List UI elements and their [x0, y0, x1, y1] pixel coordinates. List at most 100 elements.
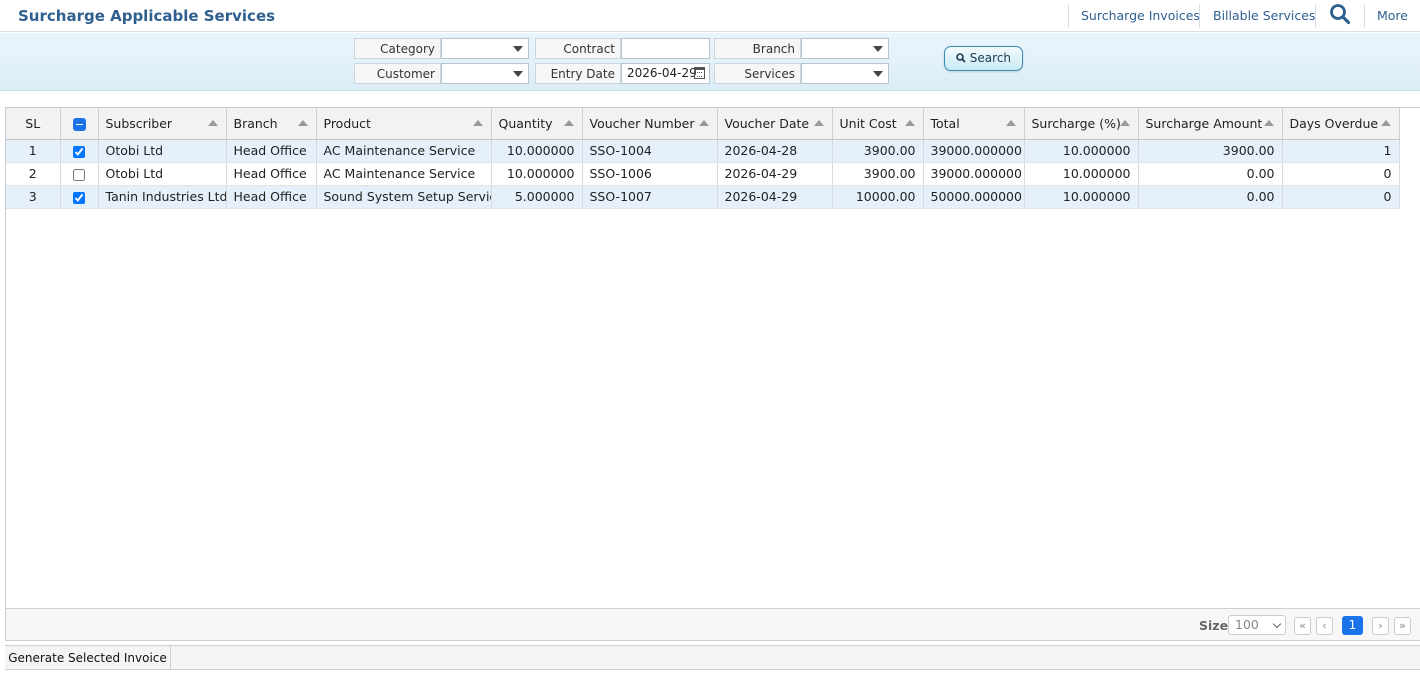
cell-surcharge-pct: 10.000000 — [1024, 139, 1139, 163]
calendar-icon[interactable] — [694, 67, 705, 79]
cell-product: AC Maintenance Service — [316, 139, 492, 163]
column-header-label: Total — [930, 115, 960, 131]
contract-code-label: Contract Code — [535, 38, 621, 76]
services-grid: SL Subscriber Branch Product Quantity Vo… — [5, 107, 1420, 641]
sort-asc-icon[interactable] — [904, 120, 915, 126]
billable-services-link[interactable]: Billable Services — [1213, 4, 1315, 28]
sort-asc-icon[interactable] — [207, 120, 218, 126]
divider — [1199, 4, 1200, 28]
sort-asc-icon[interactable] — [563, 120, 574, 126]
cell-quantity: 10.000000 — [491, 162, 583, 186]
cell-sl: 1 — [6, 139, 61, 163]
column-header-days-overdue[interactable]: Days Overdue — [1282, 108, 1400, 140]
cell-select[interactable] — [60, 162, 99, 186]
column-header-total[interactable]: Total — [923, 108, 1025, 140]
column-header-label: Quantity — [498, 115, 553, 131]
column-header-surcharge-amount[interactable]: Surcharge Amount — [1138, 108, 1283, 140]
column-header-select-all[interactable] — [60, 108, 99, 140]
more-menu-button[interactable]: More ⋮ — [1377, 4, 1420, 47]
cell-days-overdue: 0 — [1282, 162, 1400, 186]
category-label: Category — [354, 38, 441, 59]
page-size-select[interactable]: 100 — [1228, 615, 1286, 635]
cell-product: Sound System Setup Service — [316, 185, 492, 209]
contract-code-input[interactable] — [621, 38, 710, 59]
row-checkbox[interactable] — [73, 168, 85, 181]
current-page-button[interactable]: 1 — [1342, 616, 1363, 635]
customer-select[interactable] — [441, 63, 529, 84]
sort-asc-icon[interactable] — [698, 120, 709, 126]
cell-surcharge-pct: 10.000000 — [1024, 185, 1139, 209]
table-row[interactable]: 3 Tanin Industries Ltd Head Office Sound… — [6, 185, 1400, 209]
cell-total: 39000.000000 — [923, 162, 1025, 186]
last-page-button[interactable]: » — [1394, 617, 1411, 635]
next-page-button[interactable]: › — [1372, 617, 1389, 635]
first-page-button[interactable]: « — [1294, 617, 1311, 635]
top-bar: Surcharge Applicable Services Surcharge … — [0, 0, 1420, 47]
column-header-label: Product — [323, 115, 371, 131]
column-header-label: Branch — [233, 115, 278, 131]
column-header-label: Unit Cost — [839, 115, 897, 131]
entry-date-input[interactable]: 2026-04-29 — [621, 63, 710, 84]
column-header-voucher-number[interactable]: Voucher Number — [582, 108, 718, 140]
cell-voucher-number: SSO-1006 — [582, 162, 718, 186]
cell-total: 39000.000000 — [923, 139, 1025, 163]
sort-asc-icon[interactable] — [1380, 120, 1391, 126]
prev-page-button[interactable]: ‹ — [1316, 617, 1333, 635]
branch-select[interactable] — [801, 38, 889, 59]
column-header-label: Surcharge Amount — [1145, 115, 1263, 131]
column-header-voucher-date[interactable]: Voucher Date — [717, 108, 833, 140]
cell-sl: 2 — [6, 162, 61, 186]
page-size-label: Size — [1199, 618, 1229, 633]
services-table: SL Subscriber Branch Product Quantity Vo… — [6, 108, 1400, 209]
column-header-unit-cost[interactable]: Unit Cost — [832, 108, 924, 140]
entry-date-label: Entry Date — [535, 63, 621, 84]
column-header-branch[interactable]: Branch — [226, 108, 317, 140]
cell-subscriber: Otobi Ltd — [98, 139, 227, 163]
cell-total: 50000.000000 — [923, 185, 1025, 209]
divider — [1315, 4, 1316, 28]
search-button-label: Search — [969, 51, 1012, 65]
divider — [1364, 4, 1365, 28]
cell-subscriber: Otobi Ltd — [98, 162, 227, 186]
column-header-quantity[interactable]: Quantity — [491, 108, 583, 140]
category-select[interactable] — [441, 38, 529, 59]
cell-sl: 3 — [6, 185, 61, 209]
search-button[interactable]: Search — [944, 46, 1023, 71]
column-header-label: Surcharge (%) — [1031, 115, 1121, 131]
cell-surcharge-pct: 10.000000 — [1024, 162, 1139, 186]
surcharge-invoices-link[interactable]: Surcharge Invoices — [1081, 4, 1200, 28]
column-header-label: Voucher Number — [589, 115, 695, 131]
row-checkbox[interactable] — [73, 145, 85, 158]
table-row[interactable]: 1 Otobi Ltd Head Office AC Maintenance S… — [6, 139, 1400, 163]
cell-voucher-date: 2026-04-28 — [717, 139, 833, 163]
search-icon[interactable] — [1329, 3, 1351, 27]
cell-surcharge-amount: 3900.00 — [1138, 139, 1283, 163]
column-header-surcharge-pct[interactable]: Surcharge (%) — [1024, 108, 1139, 140]
cell-select[interactable] — [60, 185, 99, 209]
sort-asc-icon[interactable] — [813, 120, 824, 126]
cell-branch: Head Office — [226, 185, 317, 209]
generate-selected-invoice-button[interactable]: Generate Selected Invoice — [5, 646, 171, 670]
cell-select[interactable] — [60, 139, 99, 163]
sort-asc-icon[interactable] — [472, 120, 483, 126]
cell-quantity: 10.000000 — [491, 139, 583, 163]
column-header-product[interactable]: Product — [316, 108, 492, 140]
row-checkbox[interactable] — [73, 191, 85, 204]
cell-voucher-date: 2026-04-29 — [717, 162, 833, 186]
services-select[interactable] — [801, 63, 889, 84]
table-row[interactable]: 2 Otobi Ltd Head Office AC Maintenance S… — [6, 162, 1400, 186]
sort-asc-icon[interactable] — [1119, 120, 1130, 126]
more-label: More — [1377, 8, 1408, 23]
chevron-down-icon — [873, 71, 883, 77]
sort-asc-icon[interactable] — [297, 120, 308, 126]
cell-branch: Head Office — [226, 162, 317, 186]
select-all-checkbox[interactable] — [72, 117, 86, 131]
column-header-subscriber[interactable]: Subscriber — [98, 108, 227, 140]
sort-asc-icon[interactable] — [1005, 120, 1016, 126]
column-header-sl[interactable]: SL — [6, 108, 61, 140]
sort-asc-icon[interactable] — [1263, 120, 1274, 126]
services-label: Services — [714, 63, 801, 84]
cell-branch: Head Office — [226, 139, 317, 163]
column-header-label: Voucher Date — [724, 115, 810, 131]
cell-voucher-date: 2026-04-29 — [717, 185, 833, 209]
